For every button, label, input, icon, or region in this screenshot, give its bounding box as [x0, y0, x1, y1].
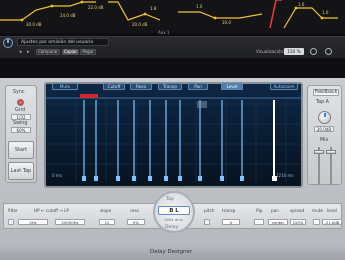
dry-fader[interactable] [314, 150, 324, 154]
spread-label: spread [290, 208, 305, 213]
auto-value-2: 24.0 dB [60, 13, 76, 18]
tab-pan[interactable]: Pan [188, 83, 208, 90]
auto-value-9: 1.0 [322, 10, 329, 15]
mix-label: Mix [320, 138, 329, 143]
view-icon[interactable] [325, 48, 332, 55]
auto-value-4: 20.0 dB [132, 22, 148, 27]
automation-track-label: Aux 1 [158, 30, 170, 35]
next-preset-icon[interactable]: ▸ [27, 49, 30, 55]
reso-value[interactable]: 0% [127, 219, 145, 225]
last-tap-button[interactable]: Last Tap [8, 162, 34, 180]
flip-toggle[interactable] [254, 219, 264, 225]
slope-value[interactable]: 12 [99, 219, 115, 225]
swing-value[interactable]: 60% [11, 127, 31, 133]
start-time-label: 0 ms [52, 173, 62, 178]
feedback-knob[interactable] [318, 111, 331, 124]
pan-value[interactable]: center [268, 219, 288, 225]
zoom-select[interactable]: 150 % [284, 48, 304, 55]
swing-label: Swing [13, 121, 28, 126]
mute-toggle[interactable] [313, 219, 320, 225]
feedback-label[interactable]: Feedback [313, 89, 339, 96]
tap-grid [46, 84, 301, 186]
auto-value-5: 1.8 [150, 6, 157, 11]
grid-value[interactable]: 1/32 [11, 114, 31, 120]
automation-lane[interactable]: 30.0 dB 24.0 dB 22.0 dB 20.0 dB 1.8 1.0 … [0, 0, 345, 35]
auto-value-6: 1.0 [196, 4, 203, 9]
paste-button[interactable]: Pegar [80, 49, 96, 55]
cutoff-label: HP ← cutoff → LP [34, 208, 69, 213]
level-label: level [327, 208, 337, 213]
pitch-label: pitch [204, 208, 215, 213]
sync-label: Sync [13, 90, 25, 95]
sync-toggle[interactable] [17, 99, 24, 106]
previous-preset-icon[interactable]: ◂ [19, 49, 22, 55]
end-time-label: 1216 ms [276, 173, 294, 178]
tap-title: Tap [166, 197, 174, 202]
power-icon[interactable] [3, 38, 13, 48]
delay-label: Delay [165, 225, 179, 230]
feedback-value[interactable]: 20.0dB [314, 126, 334, 132]
pan-label: pan [271, 208, 279, 213]
level-value[interactable]: -21.6dB [322, 219, 342, 225]
feedback-tap-value[interactable]: Tap A [316, 100, 329, 105]
tap-select-field[interactable]: B L [158, 206, 190, 215]
filter-label: filter [8, 208, 18, 213]
flip-label: flip [256, 208, 263, 213]
copy-button[interactable]: Copiar [62, 49, 79, 55]
tap-delay-time[interactable]: 1694 dms [164, 217, 183, 222]
compare-button[interactable]: Comparar [36, 49, 60, 55]
transp-label: transp [222, 208, 236, 213]
tab-level[interactable]: Level [221, 83, 243, 90]
preset-menu[interactable]: Ajustes por omisión del usuario [17, 38, 109, 46]
link-icon[interactable] [310, 48, 317, 55]
auto-value-1: 30.0 dB [26, 22, 42, 27]
transp-value[interactable]: 0 [222, 219, 240, 225]
tab-transp[interactable]: Transp [158, 83, 182, 90]
mute-param-label: mute [312, 208, 323, 213]
plugin-top-gap [0, 58, 345, 78]
autozoom-button[interactable]: Autozoom [270, 83, 298, 90]
grid-label: Grid [15, 108, 26, 113]
cutoff-high-value[interactable]: 20000Hz [55, 219, 85, 225]
pitch-toggle[interactable] [204, 219, 210, 225]
wet-fader[interactable] [326, 150, 336, 154]
start-button[interactable]: Start [8, 141, 34, 159]
tab-mute[interactable]: Mute [52, 83, 78, 90]
tab-reso[interactable]: Reso [130, 83, 152, 90]
auto-value-7: 16.0 [222, 20, 231, 25]
tab-cutoff[interactable]: Cutoff [103, 83, 125, 90]
slope-label: slope [100, 208, 112, 213]
tap-display[interactable] [44, 82, 303, 188]
automation-curves [0, 0, 338, 29]
visualization-label: Visualización: [256, 49, 285, 54]
delay-designer-window: 30.0 dB 24.0 dB 22.0 dB 20.0 dB 1.8 1.0 … [0, 0, 345, 260]
auto-value-3: 22.0 dB [88, 5, 104, 10]
spread-value[interactable]: 100% [290, 219, 306, 225]
cutoff-low-value[interactable]: 0Hz [18, 219, 48, 225]
filter-toggle[interactable] [8, 219, 14, 225]
plugin-title: Delay Designer [150, 249, 193, 255]
reso-label: reso [130, 208, 139, 213]
auto-value-8: 1.6 [298, 2, 305, 7]
